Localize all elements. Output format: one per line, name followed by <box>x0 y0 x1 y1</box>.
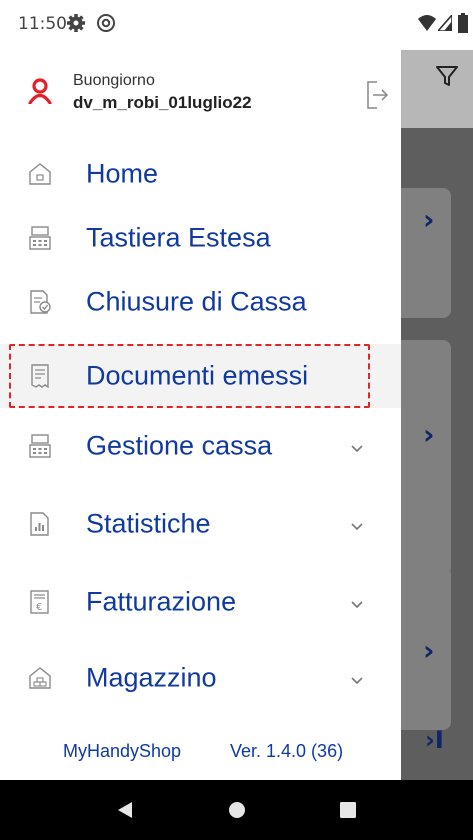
logout-icon[interactable] <box>365 80 389 115</box>
menu-item-tastiera-estesa[interactable]: Tastiera Estesa <box>0 206 401 270</box>
menu-item-statistiche[interactable]: Statistiche <box>0 492 401 556</box>
cash-register-icon <box>28 225 52 251</box>
system-navigation-bar <box>0 780 473 840</box>
chevron-down-icon[interactable] <box>350 441 364 453</box>
navigation-drawer: Buongiorno dv_m_robi_01luglio22 Home Tas… <box>0 50 401 780</box>
menu-item-magazzino[interactable]: Magazzino <box>0 646 401 710</box>
chevron-down-icon[interactable] <box>350 673 364 685</box>
user-icon <box>28 78 52 109</box>
settings-gear-icon <box>66 13 86 38</box>
chevron-right-icon: › <box>423 418 435 451</box>
menu-item-gestione-cassa[interactable]: Gestione cassa <box>0 414 401 478</box>
menu-item-documenti-emessi[interactable]: Documenti emessi <box>0 344 401 408</box>
battery-icon <box>458 13 468 38</box>
receipt-icon <box>28 363 52 389</box>
menu-item-label: Gestione cassa <box>86 430 273 461</box>
status-bar: 11:50 <box>0 0 473 50</box>
background-card <box>401 340 451 576</box>
menu-item-label: Magazzino <box>86 662 217 693</box>
svg-text:€: € <box>36 602 42 613</box>
menu-item-label: Tastiera Estesa <box>86 222 271 253</box>
footer-version: Ver. 1.4.0 (36) <box>230 741 344 761</box>
menu-item-fatturazione[interactable]: € Fatturazione <box>0 570 401 634</box>
menu-item-home[interactable]: Home <box>0 142 401 206</box>
at-sign-icon <box>96 13 116 38</box>
statistics-icon <box>28 511 52 537</box>
menu-item-label: Home <box>86 158 159 189</box>
closing-document-icon <box>28 289 52 315</box>
menu-item-label: Statistiche <box>86 508 211 539</box>
menu-item-label: Fatturazione <box>86 586 237 617</box>
greeting-text: Buongiorno <box>73 72 155 89</box>
chevron-down-icon[interactable] <box>350 597 364 609</box>
home-circle-icon[interactable] <box>228 801 246 824</box>
chevron-down-icon[interactable] <box>350 519 364 531</box>
last-page-icon: ›I <box>425 726 444 754</box>
warehouse-icon <box>28 665 52 691</box>
wifi-icon <box>418 15 436 36</box>
status-time: 11:50 <box>18 14 67 34</box>
background-app-scrim[interactable]: › › › ›I <box>401 50 473 780</box>
signal-icon <box>436 12 453 36</box>
back-icon[interactable] <box>116 801 134 824</box>
invoice-euro-icon: € <box>28 589 52 615</box>
chevron-right-icon: › <box>423 203 435 236</box>
chevron-right-icon: › <box>423 634 435 667</box>
background-app-header <box>401 50 473 128</box>
menu-item-label: Chiusure di Cassa <box>86 286 307 317</box>
cash-register-icon <box>28 433 52 459</box>
recents-icon[interactable] <box>339 801 357 824</box>
username-text: dv_m_robi_01luglio22 <box>73 93 252 112</box>
menu-item-label: Documenti emessi <box>86 360 309 391</box>
menu-item-chiusure-di-cassa[interactable]: Chiusure di Cassa <box>0 270 401 334</box>
home-icon <box>28 161 52 187</box>
filter-funnel-icon[interactable] <box>435 64 459 93</box>
footer-app-name: MyHandyShop <box>63 741 182 761</box>
